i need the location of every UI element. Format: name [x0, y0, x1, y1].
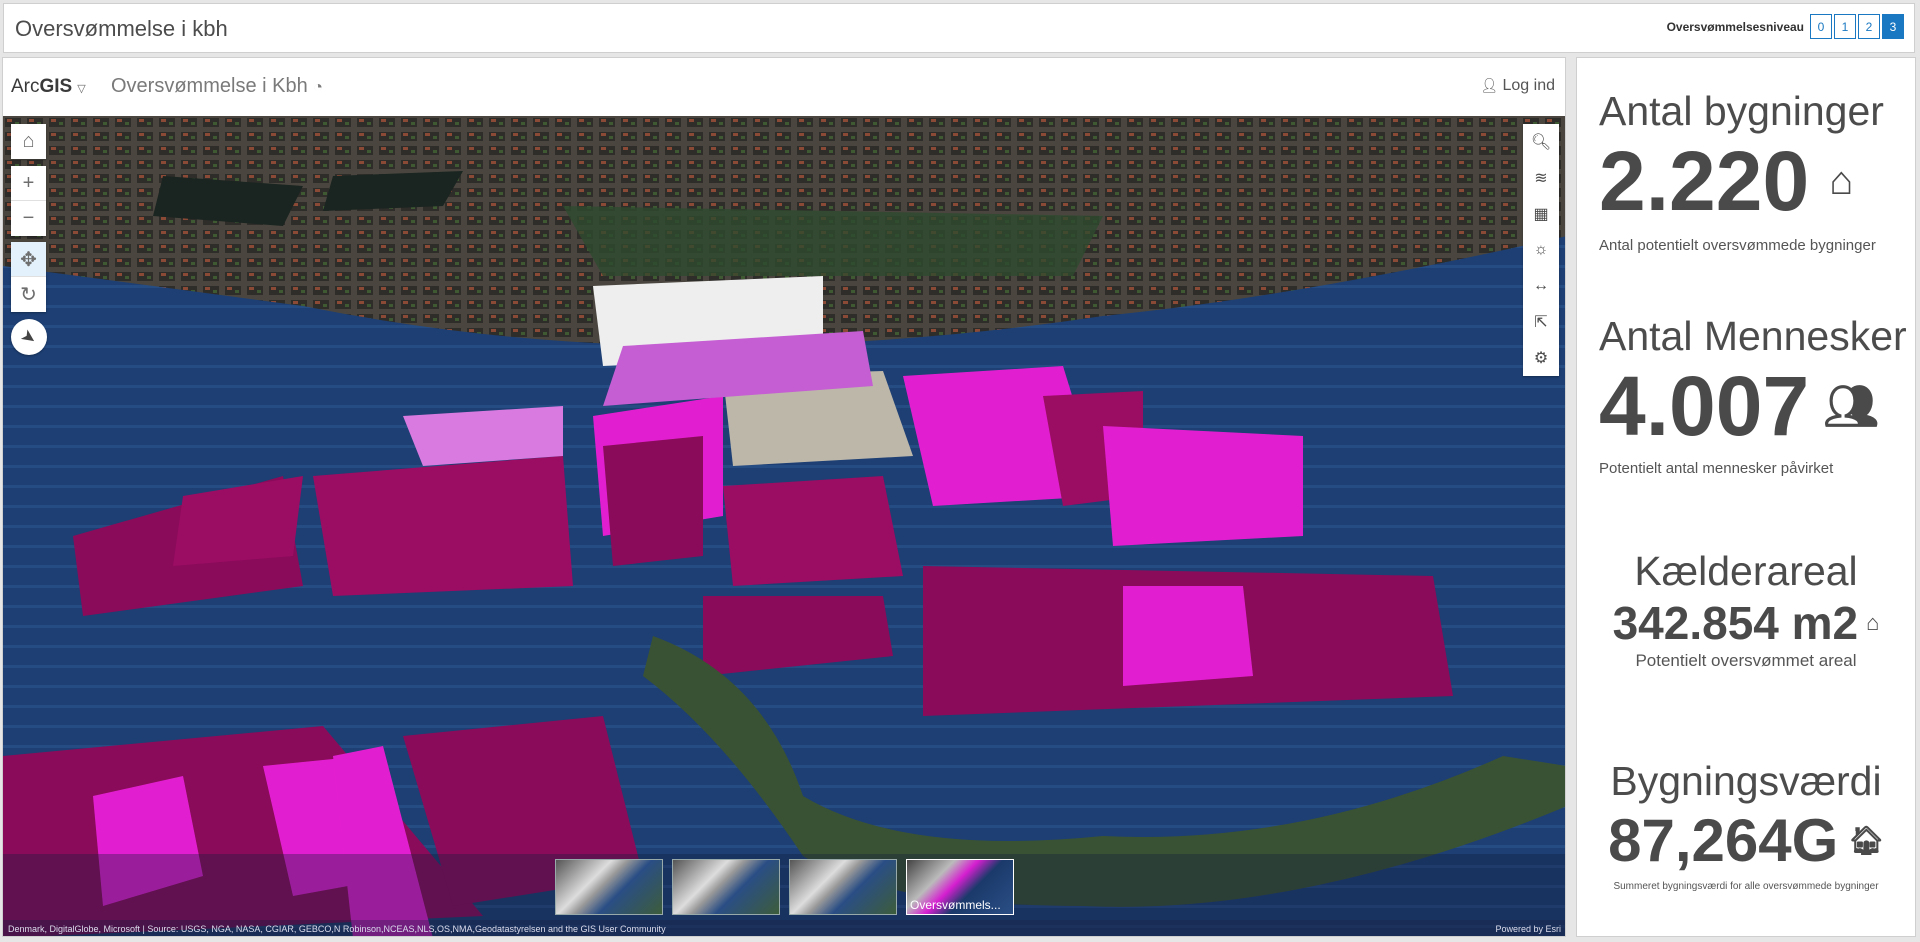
scene-title: Oversvømmelse i Kbh ◔: [111, 75, 323, 98]
brand-bold: GIS: [39, 76, 73, 97]
login-button[interactable]: 👤︎ Log ind: [1480, 77, 1555, 95]
home-control: ⌂: [11, 124, 46, 159]
indicator-title: Kælderareal: [1634, 548, 1858, 594]
search-icon[interactable]: 🔍︎: [1523, 124, 1559, 160]
attribution-text: Denmark, DigitalGlobe, Microsoft | Sourc…: [8, 924, 666, 934]
flood-level-label: Oversvømmelsesniveau: [1666, 19, 1804, 34]
level-button-2[interactable]: 2: [1858, 14, 1880, 39]
indicator-subtitle: Potentielt antal mennesker påvirket: [1599, 460, 1834, 477]
zoom-in-icon[interactable]: +: [11, 166, 46, 201]
navigation-toggle: ✥ ↻: [11, 242, 46, 312]
arcgis-menu[interactable]: ArcGIS ▽: [11, 76, 86, 98]
indicator-value: 87,264G: [1608, 806, 1839, 874]
caret-down-icon: ▽: [77, 83, 86, 95]
flooded-house-icon: ⌂: [1829, 158, 1854, 203]
measure-icon[interactable]: ↔: [1523, 268, 1559, 304]
share-icon[interactable]: ⇱: [1523, 304, 1559, 340]
scene-title-text: Oversvømmelse i Kbh: [111, 75, 308, 97]
slide-3[interactable]: [789, 859, 897, 915]
indicator-title: Bygningsværdi: [1610, 758, 1882, 804]
indicator-title: Antal Mennesker: [1599, 313, 1907, 359]
indicator-value: 342.854 m2: [1612, 597, 1859, 649]
attribution: Denmark, DigitalGlobe, Microsoft | Sourc…: [3, 920, 1565, 936]
zoom-control: + −: [11, 166, 46, 236]
arcgis-appbar: ArcGIS ▽ Oversvømmelse i Kbh ◔ 👤︎ Log ind: [3, 58, 1565, 116]
pan-icon[interactable]: ✥: [11, 242, 46, 277]
park: [563, 206, 1103, 276]
brand-light: Arc: [11, 76, 40, 97]
rotate-icon[interactable]: ↻: [11, 277, 46, 312]
indicator-subtitle: Summeret bygningsværdi for alle oversvøm…: [1613, 881, 1879, 892]
indicator-people: Antal Mennesker 4.007 👥︎ Potentielt antal…: [1577, 313, 1915, 477]
slides-gallery: Oversvømmels...: [3, 854, 1565, 920]
indicator-panel: Antal bygninger 2.220 ⌂ Antal potentielt …: [1576, 57, 1916, 937]
house-dollar-icon: 🏠︎: [1848, 824, 1884, 856]
right-toolbar: 🔍︎ ≋ ▦ ☼ ↔ ⇱ ⚙: [1523, 124, 1559, 376]
powered-by-esri[interactable]: Powered by Esri: [1495, 924, 1561, 934]
indicator-value: 2.220: [1599, 133, 1810, 228]
zoom-out-icon[interactable]: −: [11, 201, 46, 236]
dashboard-title: Oversvømmelse i kbh: [15, 16, 228, 41]
basemap-gallery-icon[interactable]: ▦: [1523, 196, 1559, 232]
flooded-house-icon: ⌂: [1866, 610, 1880, 635]
indicator-title: Antal bygninger: [1599, 88, 1884, 134]
flood-level-selector: Oversvømmelsesniveau 0 1 2 3: [1667, 14, 1904, 39]
login-label: Log ind: [1502, 77, 1556, 94]
daylight-icon[interactable]: ☼: [1523, 232, 1559, 268]
map-scene: [3, 116, 1565, 936]
slide-4[interactable]: Oversvømmels...: [906, 859, 1014, 915]
people-icon: 👥︎: [1823, 382, 1880, 431]
indicator-subtitle: Antal potentielt oversvømmede bygninger: [1599, 237, 1876, 254]
slide-1[interactable]: [555, 859, 663, 915]
indicator-value: 4.007: [1599, 358, 1810, 453]
settings-icon[interactable]: ⚙: [1523, 340, 1559, 376]
level-button-0[interactable]: 0: [1810, 14, 1832, 39]
map-view[interactable]: ⌂ + − ✥ ↻ ➤ 🔍︎ ≋ ▦ ☼ ↔ ⇱ ⚙ Oversvømmels...…: [3, 116, 1565, 936]
globe-icon[interactable]: ◔: [313, 79, 323, 96]
slide-label: Oversvømmels...: [910, 898, 1001, 912]
dashboard-header: Oversvømmelse i kbh Oversvømmelsesniveau…: [3, 3, 1915, 53]
level-button-3[interactable]: 3: [1882, 14, 1904, 39]
home-icon[interactable]: ⌂: [11, 124, 46, 159]
indicator-basement-area: Kælderareal 342.854 m2 ⌂ Potentielt overs…: [1577, 548, 1915, 671]
level-button-1[interactable]: 1: [1834, 14, 1856, 39]
indicator-building-value: Bygningsværdi 87,264G 🏠︎ Summeret bygning…: [1577, 758, 1915, 892]
scene-viewer: ArcGIS ▽ Oversvømmelse i Kbh ◔ 👤︎ Log ind: [2, 57, 1566, 937]
indicator-subtitle: Potentielt oversvømmet areal: [1635, 651, 1857, 670]
slide-2[interactable]: [672, 859, 780, 915]
indicator-buildings: Antal bygninger 2.220 ⌂ Antal potentielt …: [1577, 88, 1915, 254]
layers-icon[interactable]: ≋: [1523, 160, 1559, 196]
user-icon: 👤︎: [1480, 77, 1499, 93]
compass-icon[interactable]: ➤: [11, 319, 47, 355]
